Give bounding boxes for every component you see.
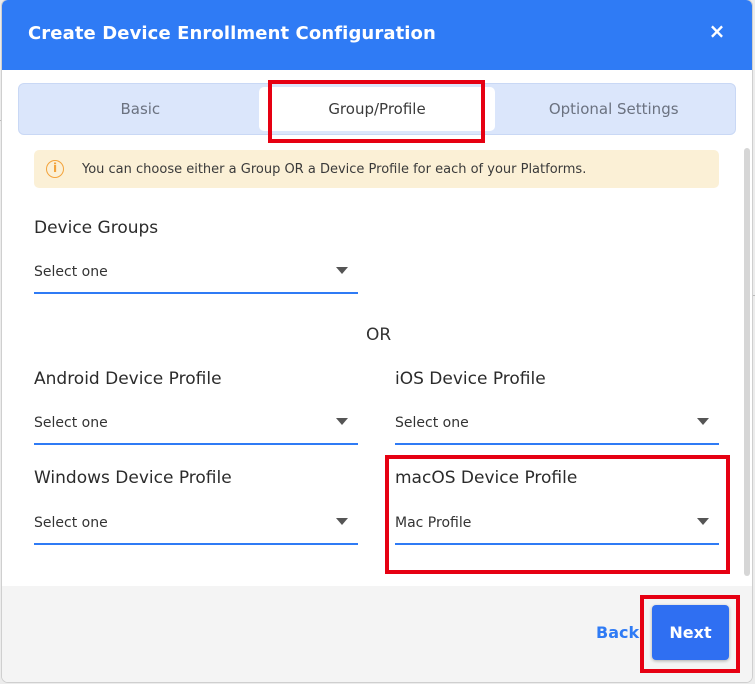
device-groups-label: Device Groups [34,218,159,238]
modal-title: Create Device Enrollment Configuration [28,23,436,44]
ios-profile-value: Select one [395,415,469,431]
chevron-down-icon [697,518,709,525]
chevron-down-icon [336,418,348,425]
info-banner: i You can choose either a Group OR a Dev… [34,150,719,188]
windows-profile-select[interactable]: Select one [34,501,358,545]
android-profile-value: Select one [34,415,108,431]
enrollment-config-modal: Create Device Enrollment Configuration ×… [2,0,752,682]
scrollbar[interactable] [744,148,750,576]
chevron-down-icon [336,518,348,525]
tab-group-profile[interactable]: Group/Profile [258,87,496,131]
chevron-down-icon [336,267,348,274]
macos-profile-label: macOS Device Profile [395,468,578,488]
android-profile-label: Android Device Profile [34,369,222,389]
macos-profile-value: Mac Profile [395,515,472,531]
close-icon[interactable]: × [706,20,728,42]
next-button[interactable]: Next [652,605,729,660]
step-tabs: Basic Group/Profile Optional Settings [18,83,736,135]
windows-profile-label: Windows Device Profile [34,468,232,488]
back-button[interactable]: Back [596,623,639,642]
info-text: You can choose either a Group OR a Devic… [82,161,587,177]
modal-footer [2,586,752,682]
device-groups-select[interactable]: Select one [34,250,358,294]
ios-profile-select[interactable]: Select one [395,401,719,445]
chevron-down-icon [697,418,709,425]
info-icon: i [46,160,64,178]
ios-profile-label: iOS Device Profile [395,369,546,389]
windows-profile-value: Select one [34,515,108,531]
tab-optional-settings[interactable]: Optional Settings [495,87,732,131]
or-divider-text: OR [366,325,392,345]
android-profile-select[interactable]: Select one [34,401,358,445]
device-groups-value: Select one [34,264,108,280]
macos-profile-select[interactable]: Mac Profile [395,501,719,545]
modal-header: Create Device Enrollment Configuration × [2,0,752,70]
tab-basic[interactable]: Basic [22,87,259,131]
